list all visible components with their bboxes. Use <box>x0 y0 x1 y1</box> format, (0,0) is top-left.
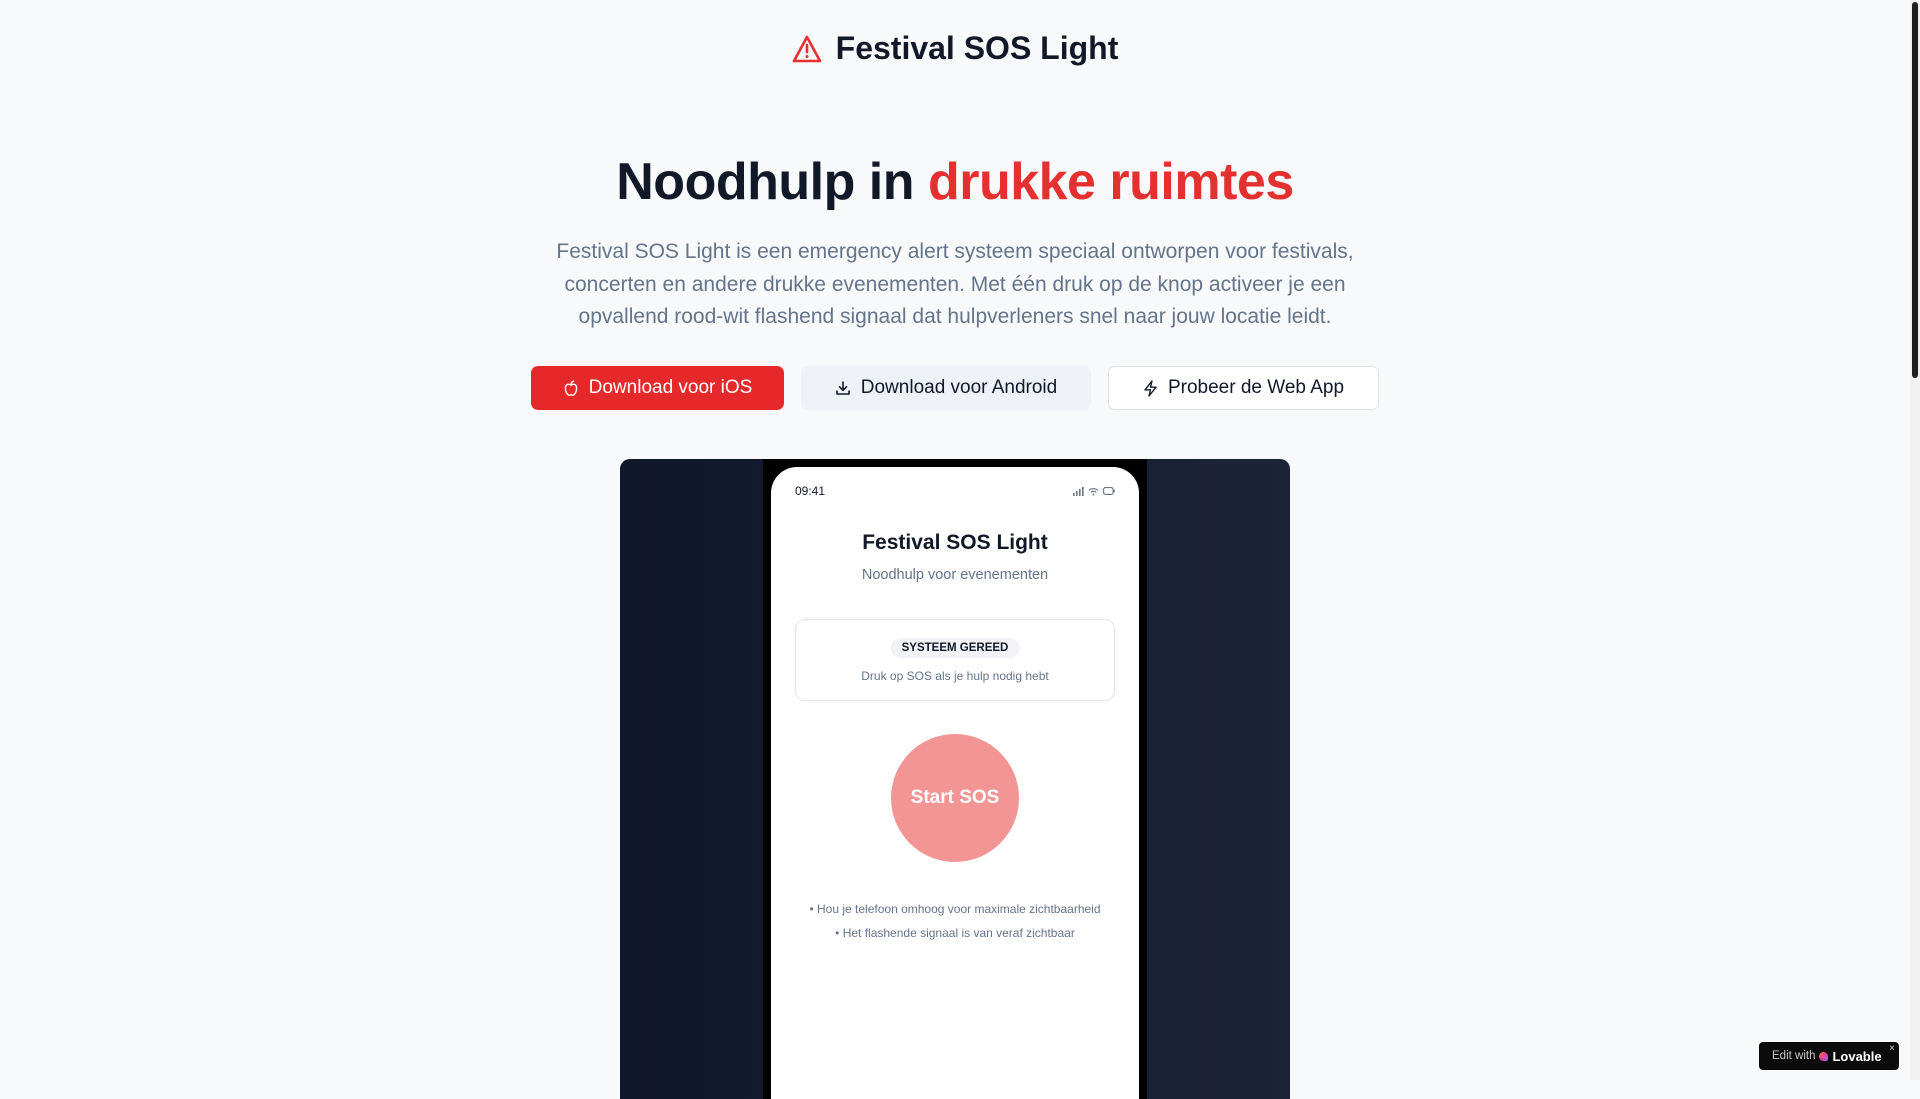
signal-icon <box>1073 486 1084 496</box>
hero-title: Noodhulp in drukke ruimtes <box>0 152 1910 212</box>
battery-icon <box>1103 487 1115 495</box>
app-title: Festival SOS Light <box>862 531 1048 554</box>
phone-status-bar: 09:41 <box>795 483 1115 499</box>
hero-description: Festival SOS Light is een emergency aler… <box>556 240 1354 328</box>
tip-item: • Het flashende signaal is van veraf zic… <box>835 926 1075 940</box>
lovable-logo-icon <box>1819 1051 1829 1061</box>
try-web-app-label: Probeer de Web App <box>1167 377 1345 398</box>
status-hint: Druk op SOS als je hulp nodig hebt <box>861 669 1049 683</box>
scrollbar-thumb[interactable] <box>1912 2 1918 378</box>
system-status-card: SYSTEEM GEREED Druk op SOS als je hulp n… <box>795 619 1115 701</box>
hero-title-main: Noodhulp in <box>616 153 928 211</box>
phone-screen: 09:41 Festival SOS Light Noodhulp voor e… <box>771 467 1139 1099</box>
download-actions: Download voor iOS Download voor Android … <box>0 366 1910 410</box>
phone-bezel: 09:41 Festival SOS Light Noodhulp voor e… <box>763 459 1147 1099</box>
close-icon[interactable]: × <box>1889 1043 1895 1055</box>
edit-with-lovable-badge[interactable]: Edit with Lovable × <box>1759 1042 1899 1070</box>
download-ios-button[interactable]: Download voor iOS <box>531 366 784 410</box>
tip-item: • Hou je telefoon omhoog voor maximale z… <box>809 902 1101 916</box>
app-subtitle: Noodhulp voor evenementen <box>861 567 1049 583</box>
app-preview: 09:41 Festival SOS Light Noodhulp voor e… <box>620 459 1290 1099</box>
apple-icon <box>563 380 579 397</box>
hero-title-accent: drukke ruimtes <box>927 153 1294 211</box>
wifi-icon <box>1088 487 1099 496</box>
start-sos-button[interactable]: Start SOS <box>891 734 1019 862</box>
download-android-button[interactable]: Download voor Android <box>801 366 1091 410</box>
alert-triangle-icon <box>792 35 822 63</box>
lovable-prefix: Edit with <box>1772 1050 1816 1062</box>
try-web-app-button[interactable]: Probeer de Web App <box>1108 366 1379 410</box>
usage-tips: • Hou je telefoon omhoog voor maximale z… <box>771 897 1139 945</box>
lightning-icon <box>1143 379 1158 397</box>
status-icons <box>1073 486 1115 496</box>
download-ios-label: Download voor iOS <box>588 377 753 398</box>
page-scrollbar[interactable] <box>1910 0 1920 1080</box>
brand-title: Festival SOS Light <box>835 30 1119 66</box>
status-badge: SYSTEEM GEREED <box>890 638 1020 658</box>
lovable-name: Lovable <box>1832 1048 1882 1064</box>
start-sos-label: Start SOS <box>910 787 1000 808</box>
download-icon <box>835 380 851 396</box>
site-header: Festival SOS Light <box>0 30 1910 67</box>
status-time: 09:41 <box>795 484 826 498</box>
download-android-label: Download voor Android <box>860 377 1058 398</box>
